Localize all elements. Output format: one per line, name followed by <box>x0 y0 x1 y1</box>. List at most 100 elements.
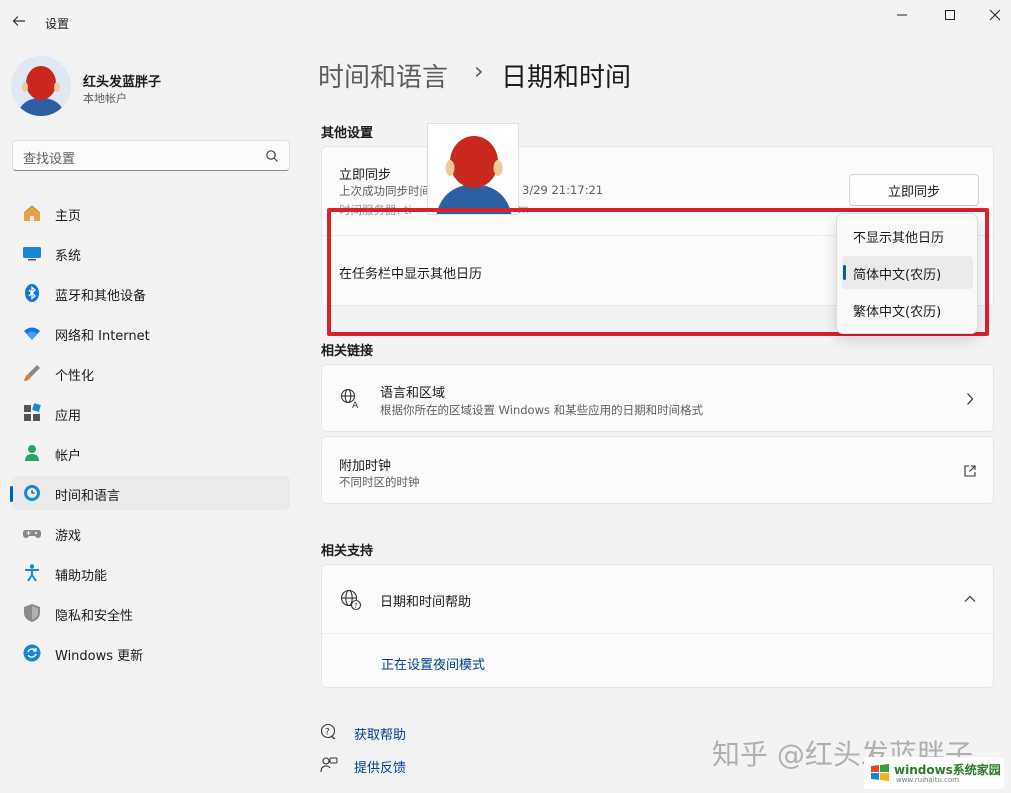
breadcrumb-separator: › <box>474 57 484 85</box>
dropdown-option[interactable]: 不显示其他日历 <box>842 219 973 252</box>
avatar-sticker <box>427 123 519 215</box>
sidebar-item-label: Windows 更新 <box>55 649 144 664</box>
avatar-sticker-image <box>428 124 518 214</box>
get-help-link[interactable]: 获取帮助 <box>354 724 406 743</box>
minimize-icon <box>897 14 907 16</box>
page-title: 日期和时间 <box>501 63 632 93</box>
sidebar-item-personalization[interactable]: 个性化 <box>12 356 290 390</box>
help-title: 日期和时间帮助 <box>380 595 472 610</box>
last-sync-time: 3/29 21:17:21 <box>522 183 604 197</box>
help-card: ? 日期和时间帮助 正在设置夜间模式 <box>321 564 994 688</box>
section-title-related-support: 相关支持 <box>321 544 374 559</box>
sidebar-item-apps[interactable]: 应用 <box>12 396 290 430</box>
sidebar-item-accounts[interactable]: 帐户 <box>12 436 290 470</box>
sidebar-item-label: 帐户 <box>55 449 82 464</box>
sidebar-item-label: 网络和 Internet <box>55 329 150 344</box>
language-region-subtitle: 根据你所在的区域设置 Windows 和某些应用的日期和时间格式 <box>380 403 704 417</box>
sidebar-item-bluetooth[interactable]: 蓝牙和其他设备 <box>12 276 290 310</box>
sync-now-button[interactable]: 立即同步 <box>849 174 979 206</box>
dropdown-option[interactable]: 繁体中文(农历) <box>842 293 973 326</box>
calendar-dropdown[interactable]: 不显示其他日历 简体中文(农历) 繁体中文(农历) <box>836 213 978 334</box>
sidebar-item-label: 时间和语言 <box>55 489 121 504</box>
sidebar-item-label: 主页 <box>55 209 82 224</box>
close-button[interactable] <box>972 4 1011 26</box>
avatar[interactable] <box>11 56 71 116</box>
person-icon <box>25 445 39 461</box>
shield-icon <box>24 604 40 622</box>
feedback-icon <box>320 757 338 773</box>
sidebar-item-label: 应用 <box>55 409 82 424</box>
globe-clock-icon <box>24 485 40 501</box>
accessibility-icon <box>25 564 39 582</box>
last-sync-prefix: 上次成功同步时间 <box>339 184 431 198</box>
selected-indicator <box>843 265 846 280</box>
sync-title: 立即同步 <box>339 168 392 183</box>
divider <box>322 633 993 634</box>
sidebar-item-gaming[interactable]: 游戏 <box>12 516 290 550</box>
section-title-other-settings: 其他设置 <box>321 126 374 141</box>
section-title-related-links: 相关链接 <box>321 344 374 359</box>
additional-clocks-subtitle: 不同时区的时钟 <box>339 475 420 489</box>
sidebar-item-windows-update[interactable]: Windows 更新 <box>12 636 290 670</box>
monitor-icon <box>23 247 41 261</box>
avatar-image <box>11 56 71 116</box>
back-button[interactable] <box>8 10 30 32</box>
language-region-card[interactable]: A 语言和区域 根据你所在的区域设置 Windows 和某些应用的日期和时间格式 <box>321 364 994 432</box>
arrow-left-icon <box>12 16 25 26</box>
search-icon <box>266 150 278 162</box>
sidebar-item-time-language[interactable]: 时间和语言 <box>10 476 290 510</box>
sidebar-item-label: 辅助功能 <box>55 569 108 584</box>
sidebar-item-label: 隐私和安全性 <box>55 609 134 624</box>
home-icon <box>23 205 41 221</box>
additional-clocks-card[interactable]: 附加时钟 不同时区的时钟 <box>321 436 994 504</box>
sidebar-item-label: 蓝牙和其他设备 <box>55 289 147 304</box>
sidebar-item-home[interactable]: 主页 <box>12 196 290 230</box>
wifi-icon <box>24 327 40 340</box>
minimize-button[interactable] <box>879 4 925 26</box>
breadcrumb-parent[interactable]: 时间和语言 <box>318 57 448 94</box>
sidebar-item-label: 系统 <box>55 249 82 264</box>
update-icon <box>23 644 41 662</box>
close-icon <box>989 9 1001 21</box>
feedback-link[interactable]: 提供反馈 <box>354 757 406 776</box>
svg-text:?: ? <box>325 728 330 738</box>
gamepad-icon <box>23 530 41 538</box>
sidebar-item-network[interactable]: 网络和 Internet <box>12 316 290 350</box>
sidebar-item-label: 游戏 <box>55 529 82 544</box>
bluetooth-icon <box>25 284 39 302</box>
maximize-icon <box>945 10 955 20</box>
chevron-up-icon <box>964 595 976 602</box>
sidebar-item-privacy[interactable]: 隐私和安全性 <box>12 596 290 630</box>
active-indicator <box>10 486 13 502</box>
brush-icon <box>24 365 40 381</box>
app-title: 设置 <box>45 17 70 31</box>
sidebar-item-accessibility[interactable]: 辅助功能 <box>12 556 290 590</box>
watermark-logo: windows系统家园 www.ruihaitu.com <box>864 757 1004 789</box>
option-label: 简体中文(农历) <box>853 268 942 283</box>
search-input[interactable]: 查找设置 <box>12 140 290 171</box>
maximize-button[interactable] <box>927 4 973 26</box>
option-label: 繁体中文(农历) <box>853 305 942 320</box>
sidebar-item-label: 个性化 <box>55 369 95 384</box>
globe-help-icon: ? <box>340 589 362 611</box>
dropdown-option-selected[interactable]: 简体中文(农历) <box>842 256 973 289</box>
open-external-icon <box>964 465 976 477</box>
language-region-title: 语言和区域 <box>380 386 446 401</box>
search-placeholder: 查找设置 <box>23 152 76 167</box>
svg-text:?: ? <box>354 602 358 610</box>
language-icon: A <box>340 388 359 410</box>
chevron-right-icon <box>967 393 974 405</box>
option-label: 不显示其他日历 <box>853 231 945 246</box>
help-expander-header[interactable]: ? 日期和时间帮助 <box>322 565 993 633</box>
profile-name: 红头发蓝胖子 <box>83 75 162 90</box>
additional-clocks-title: 附加时钟 <box>339 459 392 474</box>
night-light-help-link[interactable]: 正在设置夜间模式 <box>381 654 485 673</box>
apps-icon <box>24 403 41 421</box>
windows-logo-icon <box>871 764 889 781</box>
get-help-icon: ? <box>320 723 336 740</box>
svg-text:A: A <box>352 401 359 410</box>
sidebar-item-system[interactable]: 系统 <box>12 236 290 270</box>
title-bar: 设置 <box>0 0 1011 44</box>
watermark-logo-url: www.ruihaitu.com <box>896 776 960 784</box>
account-type: 本地帐户 <box>83 92 127 105</box>
